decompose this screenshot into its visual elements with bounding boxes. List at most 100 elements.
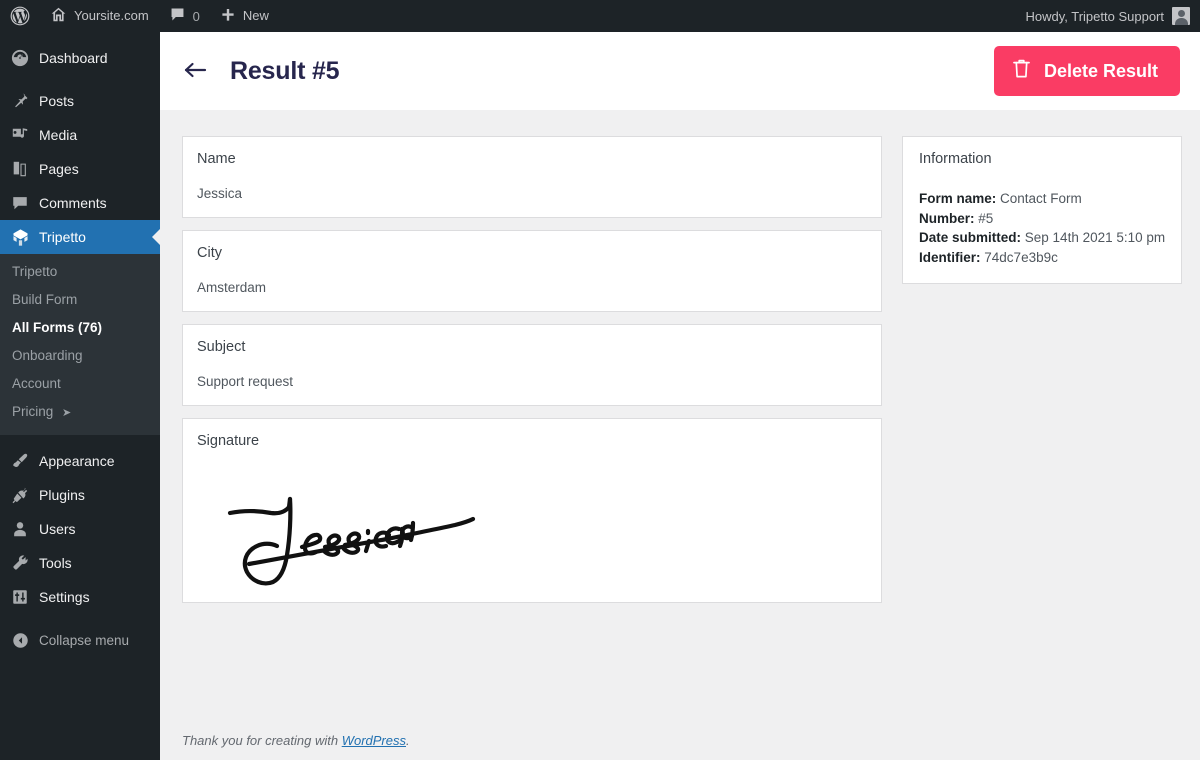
submenu-item-label: Tripetto (12, 264, 58, 279)
plus-icon (220, 7, 236, 26)
information-value: Contact Form (1000, 191, 1082, 206)
wordpress-logo-button[interactable] (0, 0, 40, 32)
field-card-signature: Signature (182, 418, 882, 603)
arrow-left-icon (182, 60, 208, 83)
comment-bubble-icon (10, 193, 30, 213)
information-title: Information (919, 151, 992, 167)
sidebar-item-appearance[interactable]: Appearance (0, 444, 160, 478)
submenu-item-onboarding[interactable]: Onboarding (0, 342, 160, 370)
information-label: Number: (919, 210, 975, 226)
result-content: Name Jessica City Amsterdam Subject Supp… (160, 110, 1200, 615)
site-name-button[interactable]: Yoursite.com (40, 0, 159, 32)
sidebar-item-tripetto[interactable]: Tripetto (0, 220, 160, 254)
sidebar-item-comments[interactable]: Comments (0, 186, 160, 220)
sidebar-item-users[interactable]: Users (0, 512, 160, 546)
field-card-name: Name Jessica (182, 136, 882, 218)
comments-button[interactable]: 0 (159, 0, 210, 32)
signature-image (197, 455, 867, 590)
sidebar-item-posts[interactable]: Posts (0, 84, 160, 118)
sidebar-item-label: Settings (39, 589, 90, 605)
submenu-item-label: Onboarding (12, 348, 83, 363)
information-row-number: Number: #5 (919, 209, 1167, 229)
sidebar-item-tools[interactable]: Tools (0, 546, 160, 580)
sidebar-item-pages[interactable]: Pages (0, 152, 160, 186)
admin-bar: Yoursite.com 0 New Howdy, Tripetto Suppo… (0, 0, 1200, 32)
new-content-button[interactable]: New (210, 0, 279, 32)
submenu-item-label: Pricing (12, 404, 54, 419)
information-value: Sep 14th 2021 5:10 pm (1024, 230, 1166, 245)
collapse-menu-button[interactable]: Collapse menu (0, 623, 160, 657)
field-title: Signature (197, 433, 260, 449)
home-icon (50, 6, 67, 26)
sidebar-item-dashboard[interactable]: Dashboard (0, 41, 160, 75)
field-card-subject: Subject Support request (182, 324, 882, 406)
sidebar-divider-1 (0, 75, 160, 84)
trash-icon (1012, 58, 1031, 84)
sidebar-divider-3 (0, 614, 160, 623)
submenu-item-account[interactable]: Account (0, 370, 160, 398)
tripetto-logo-icon (10, 227, 30, 247)
footer-suffix: . (406, 733, 410, 748)
pin-icon (10, 91, 30, 111)
back-button[interactable] (178, 54, 212, 88)
sidebar-divider-2 (0, 435, 160, 444)
plug-icon (10, 485, 30, 505)
main-content-area: Result #5 Delete Result Name Jessica Cit… (160, 32, 1200, 760)
submenu-item-label: Build Form (12, 292, 78, 307)
field-value: Amsterdam (197, 280, 267, 295)
pages-icon (10, 159, 30, 179)
sidebar-item-label: Dashboard (39, 50, 108, 66)
sidebar-item-label: Tools (39, 555, 72, 571)
wordpress-link[interactable]: WordPress (342, 733, 406, 748)
sidebar-item-settings[interactable]: Settings (0, 580, 160, 614)
submenu-item-pricing[interactable]: Pricing ➤ (0, 398, 160, 427)
sliders-icon (10, 587, 30, 607)
information-label: Form name: (919, 191, 997, 206)
field-title: Subject (197, 339, 246, 355)
delete-result-button[interactable]: Delete Result (993, 46, 1180, 96)
information-value: 74dc7e3b9c (984, 249, 1058, 265)
submenu-item-label: All Forms (76) (12, 320, 103, 335)
information-card: Information Form name: Contact Form Numb… (902, 136, 1182, 284)
user-avatar-icon (1172, 7, 1190, 25)
sidebar-item-label: Comments (39, 195, 107, 211)
sidebar-item-label: Media (39, 127, 78, 143)
submenu-item-label: Account (12, 376, 61, 391)
submenu-item-tripetto[interactable]: Tripetto (0, 258, 160, 286)
footer-prefix: Thank you for creating with (182, 733, 342, 748)
admin-footer: Thank you for creating with WordPress. (182, 733, 410, 748)
field-title: City (197, 245, 222, 261)
wrench-icon (10, 553, 30, 573)
information-label: Date submitted: (919, 230, 1022, 245)
information-row-form-name: Form name: Contact Form (919, 189, 1167, 209)
result-fields-column: Name Jessica City Amsterdam Subject Supp… (182, 136, 882, 615)
admin-sidebar: Dashboard Posts Media Pages Comments Tri… (0, 32, 160, 760)
information-column: Information Form name: Contact Form Numb… (902, 136, 1182, 296)
current-menu-arrow-icon (152, 229, 160, 245)
sidebar-item-media[interactable]: Media (0, 118, 160, 152)
field-card-city: City Amsterdam (182, 230, 882, 312)
sidebar-item-label: Tripetto (39, 229, 86, 245)
howdy-label: Howdy, Tripetto Support (1025, 8, 1165, 24)
information-row-date-submitted: Date submitted: Sep 14th 2021 5:10 pm (919, 228, 1167, 248)
sidebar-item-label: Users (39, 521, 76, 537)
admin-bar-account-area[interactable]: Howdy, Tripetto Support (1026, 7, 1200, 25)
media-music-icon (10, 125, 30, 145)
submenu-item-build-form[interactable]: Build Form (0, 286, 160, 314)
site-name-label: Yoursite.com (74, 8, 149, 23)
page-title: Result #5 (230, 56, 340, 85)
page-header: Result #5 Delete Result (160, 32, 1200, 110)
delete-result-label: Delete Result (1043, 60, 1158, 81)
sidebar-item-plugins[interactable]: Plugins (0, 478, 160, 512)
paintbrush-icon (10, 451, 30, 471)
comment-bubble-icon (169, 6, 186, 26)
submenu-item-all-forms[interactable]: All Forms (76) (0, 314, 160, 342)
field-value: Jessica (197, 186, 243, 201)
collapse-menu-label: Collapse menu (39, 632, 130, 648)
sidebar-item-label: Appearance (39, 453, 115, 469)
sidebar-item-label: Pages (39, 161, 79, 177)
information-row-identifier: Identifier: 74dc7e3b9c (919, 248, 1167, 268)
comments-count: 0 (192, 8, 200, 24)
sidebar-item-label: Plugins (39, 487, 85, 503)
collapse-arrow-icon (10, 630, 30, 650)
